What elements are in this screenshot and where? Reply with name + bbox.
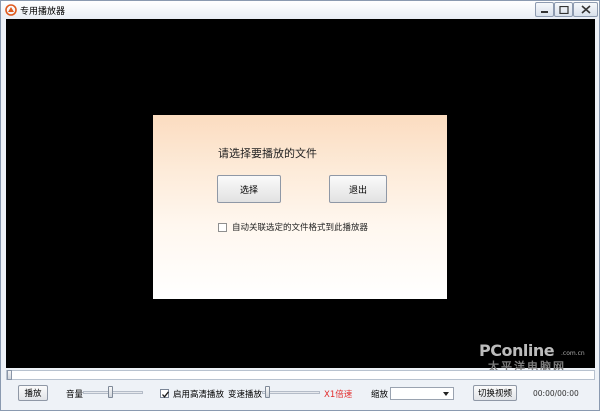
zoom-dropdown[interactable]	[390, 387, 454, 400]
checkmark-icon	[162, 391, 170, 398]
hd-label: 启用高清播放	[173, 390, 225, 400]
volume-thumb[interactable]	[108, 386, 113, 398]
associate-checkbox[interactable]	[218, 222, 227, 232]
title-bar[interactable]: 专用播放器	[1, 1, 599, 19]
hd-checkbox[interactable]	[160, 389, 170, 398]
speed-thumb[interactable]	[265, 386, 270, 398]
volume-track	[83, 391, 143, 394]
player-window: 专用播放器 请选择要播放的文件 选择 退出 自动关联选定的文件格式到此播放器 P…	[0, 0, 600, 411]
speed-track	[262, 391, 320, 394]
app-logo-icon	[5, 4, 17, 16]
switch-video-button[interactable]: 切换视频	[473, 385, 517, 401]
play-button[interactable]: 播放	[18, 385, 48, 401]
close-button[interactable]	[573, 2, 598, 17]
maximize-icon	[559, 6, 569, 14]
maximize-button[interactable]	[554, 2, 573, 17]
time-display: 00:00/00:00	[533, 389, 579, 398]
chevron-down-icon	[443, 392, 449, 396]
associate-option[interactable]: 自动关联选定的文件格式到此播放器	[218, 221, 368, 233]
speed-value: X1倍速	[324, 390, 353, 400]
open-file-prompt: 请选择要播放的文件	[218, 147, 317, 160]
seek-bar[interactable]	[6, 370, 595, 380]
watermark-domain: .com.cn	[561, 350, 585, 357]
seek-thumb[interactable]	[7, 370, 12, 380]
window-title: 专用播放器	[20, 7, 66, 17]
exit-button[interactable]: 退出	[329, 175, 387, 203]
minimize-button[interactable]	[535, 2, 554, 17]
open-file-panel: 请选择要播放的文件 选择 退出 自动关联选定的文件格式到此播放器	[153, 115, 447, 299]
speed-slider[interactable]	[262, 386, 320, 398]
volume-label: 音量	[66, 390, 84, 400]
associate-label: 自动关联选定的文件格式到此播放器	[232, 223, 369, 233]
volume-slider[interactable]	[83, 386, 143, 398]
control-bar: 播放 音量 启用高清播放 变速播放 X1倍速 缩放 切换视频 00:00/00:…	[6, 381, 595, 409]
speed-label: 变速播放	[228, 390, 263, 400]
video-area[interactable]: 请选择要播放的文件 选择 退出 自动关联选定的文件格式到此播放器	[6, 19, 595, 368]
minimize-icon	[541, 11, 548, 13]
select-file-button[interactable]: 选择	[217, 175, 281, 203]
close-icon	[581, 5, 591, 14]
zoom-label: 缩放	[371, 390, 389, 400]
